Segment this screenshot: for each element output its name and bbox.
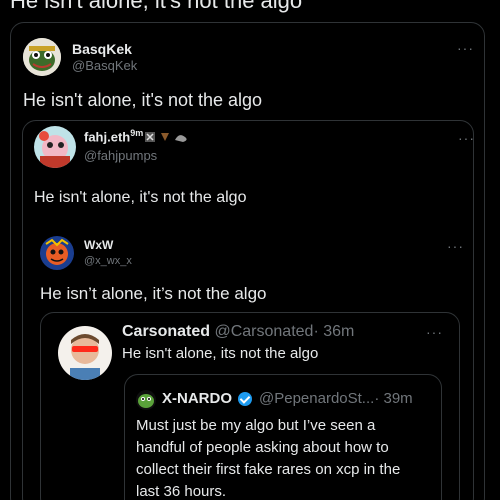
more-options-icon[interactable]: ··· [458, 130, 475, 146]
tweet-line: handful of people asking about how to [136, 439, 389, 456]
tweet-text-carsonated: He isn't alone, its not the algo [122, 345, 319, 362]
headline-text: He isn't alone, it's not the algo [10, 0, 303, 13]
avatar-basqkek[interactable] [23, 38, 61, 76]
avatar-wxw[interactable] [40, 236, 74, 270]
tweet-line: collect their first fake rares on xcp in… [136, 461, 401, 478]
tweet-line: last 36 hours. [136, 483, 227, 500]
avatar-carsonated[interactable] [58, 326, 112, 380]
tweet-meta-xnardo: @PepenardoSt...· 39m [259, 390, 413, 407]
avatar-xnardo[interactable] [136, 390, 156, 410]
avatar-fahj[interactable] [34, 126, 76, 168]
handle-fahj[interactable]: @fahjpumps [84, 148, 157, 163]
handle-basqkek[interactable]: @BasqKek [72, 58, 137, 73]
tweet-text-basqkek: He isn't alone, it's not the algo [23, 90, 263, 110]
more-options-icon[interactable]: ··· [426, 324, 443, 340]
tweet-text-fahj: He isn't alone, it's not the algo [34, 189, 247, 206]
username-wxw[interactable]: WxW [84, 238, 113, 252]
more-options-icon[interactable]: ··· [447, 238, 464, 254]
tweet-text-xnardo: Must just be my algo but I’ve seen a han… [136, 415, 400, 500]
username-basqkek[interactable]: BasqKek [72, 41, 132, 57]
handle-wxw[interactable]: @x_wx_x [84, 255, 132, 267]
tweet-line: Must just be my algo but I’ve seen a [136, 417, 376, 434]
username-xnardo[interactable]: X-NARDO [162, 390, 232, 407]
handle-carsonated[interactable]: @Carsonated [214, 323, 313, 340]
username-fahj-suffix: 9m [130, 128, 144, 138]
more-options-icon[interactable]: ··· [457, 40, 474, 56]
verified-badge-icon [238, 392, 252, 406]
timestamp-carsonated[interactable]: · 36m [313, 323, 354, 340]
badge-icons [145, 130, 195, 142]
tweet-header-carsonated: Carsonated @Carsonated· 36m [122, 323, 354, 341]
timestamp-xnardo[interactable]: · 39m [374, 390, 412, 407]
handle-xnardo[interactable]: @PepenardoSt... [259, 390, 374, 407]
username-fahj[interactable]: fahj.eth9m [84, 128, 143, 144]
username-fahj-text: fahj.eth [84, 129, 131, 145]
username-carsonated[interactable]: Carsonated [122, 323, 210, 340]
tweet-header-xnardo: X-NARDO [162, 390, 232, 407]
tweet-text-wxw: He isn’t alone, it’s not the algo [40, 284, 267, 303]
